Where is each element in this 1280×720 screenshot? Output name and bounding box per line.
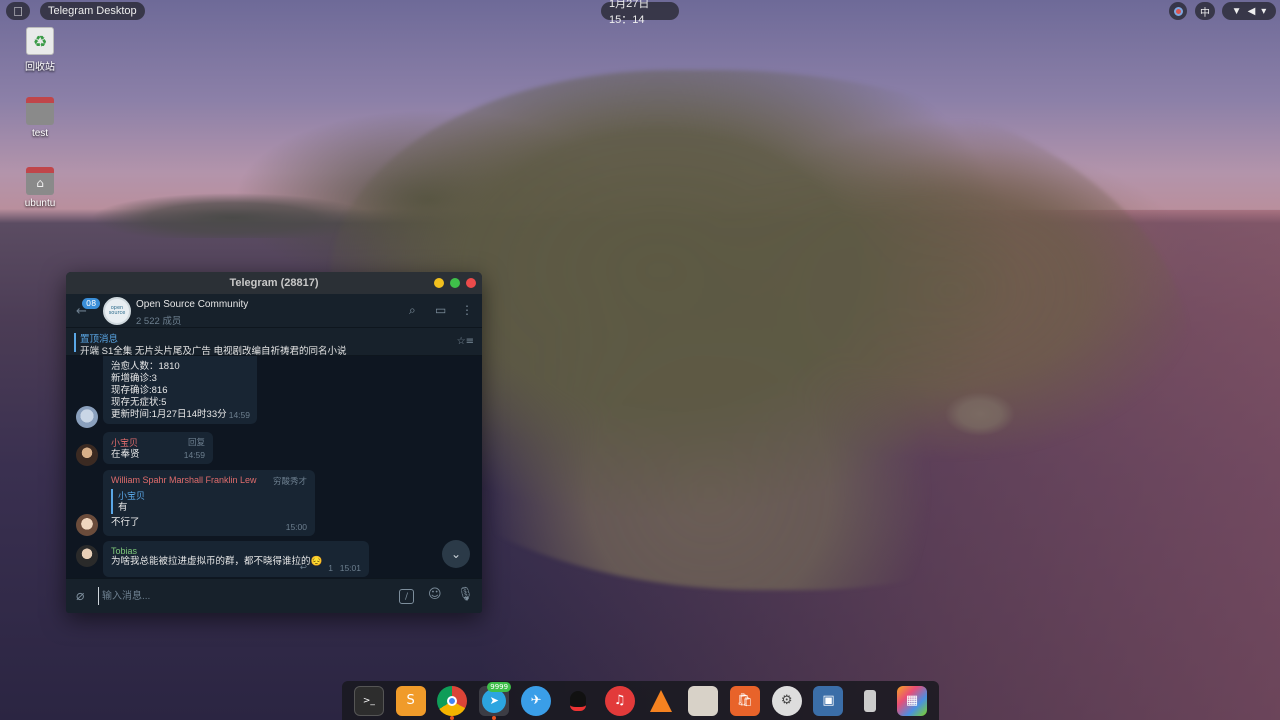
apple-menu-icon[interactable]:  <box>6 2 30 20</box>
avatar[interactable] <box>76 444 98 466</box>
search-icon[interactable]: ⌕ <box>409 303 416 318</box>
bot-command-icon[interactable]: / <box>399 589 414 604</box>
desktop-icon-ubuntu[interactable]: ⌂ ubuntu <box>18 167 62 209</box>
sender-name[interactable]: Tobias <box>111 546 361 556</box>
dock: >_ S ➤ 9999 ✈ ♫ 🛍 ⚙ ▣ ▦ <box>342 681 939 720</box>
wifi-icon: ▼ <box>1231 5 1242 17</box>
avatar[interactable] <box>76 545 98 567</box>
maximize-button[interactable] <box>450 278 460 288</box>
desktop-icon-label: test <box>31 128 49 139</box>
desktop-icon-test[interactable]: test <box>18 97 62 139</box>
message-bubble[interactable]: William Spahr Marshall Franklin Lew 穷酸秀才… <box>103 470 315 536</box>
message-line: 现存确诊:816 <box>111 385 168 396</box>
sublime-text-icon[interactable]: S <box>395 685 426 716</box>
app-store-icon[interactable]: 🛍 <box>729 685 760 716</box>
input-method-indicator[interactable]: 中 <box>1195 2 1215 20</box>
message-text: 为啥我总能被拉进虚拟币的群，都不晓得谁拉的😔 <box>111 556 323 567</box>
message-text: 不行了 <box>111 517 140 528</box>
feishu-icon[interactable]: ✈ <box>521 685 552 716</box>
terminal-icon[interactable]: >_ <box>353 685 384 716</box>
pinned-message-bar[interactable]: 置顶消息 开端 S1全集 无片头片尾及广告 电视剧改编自祈祷君的同名小说 ☆≡ <box>66 328 482 357</box>
message-line: 新增确诊:3 <box>111 373 157 384</box>
chat-header: ← 08 open source Open Source Community 2… <box>66 294 482 328</box>
desktop-icon-trash[interactable]: ♻ 回收站 <box>18 27 62 73</box>
quoted-text: 有 <box>118 502 128 513</box>
avatar[interactable] <box>76 514 98 536</box>
power-icon: ▾ <box>1261 5 1267 17</box>
volume-icon: ◀ <box>1247 5 1256 17</box>
message-bubble[interactable]: 治愈人数：1810 新增确诊:3 现存确诊:816 现存无症状:5 更新时间:1… <box>103 356 257 424</box>
quoted-sender: 小宝贝 <box>118 491 146 501</box>
telegram-icon[interactable]: ➤ 9999 <box>479 681 512 720</box>
message-line: 治愈人数：1810 <box>111 361 180 372</box>
message-composer: ⌀ / ☺ 🎙 <box>66 578 482 613</box>
pinned-text: 开端 S1全集 无片头片尾及广告 电视剧改编自祈祷君的同名小说 <box>80 346 347 357</box>
clock[interactable]: 1月27日 15：14 <box>601 0 679 26</box>
microphone-icon[interactable]: 🎙 <box>457 587 474 602</box>
wallpaper-rock <box>945 392 1015 436</box>
group-avatar[interactable]: open source <box>103 297 131 325</box>
reply-arrow-icon: ↩ <box>299 562 307 572</box>
attach-icon[interactable]: ⌀ <box>76 588 84 604</box>
screenshot-icon[interactable]: ▣ <box>813 685 844 716</box>
telegram-badge: 9999 <box>487 681 512 692</box>
message-bubble[interactable]: 小宝贝 在奉贤 回复 14:59 <box>103 432 213 464</box>
pinned-indicator <box>74 333 76 352</box>
folder-icon <box>26 97 54 125</box>
desktop-icon-label: 回收站 <box>25 62 55 73</box>
message-time: 14:59 <box>183 450 205 460</box>
emoji-icon[interactable]: ☺ <box>428 587 442 602</box>
chevron-down-icon: ⌄ <box>450 547 462 561</box>
message-list[interactable]: 治愈人数：1810 新增确诊:3 现存确诊:816 现存无症状:5 更新时间:1… <box>66 356 482 578</box>
reply-count[interactable]: 1 <box>328 563 333 573</box>
message-time: 15:01 <box>339 563 361 573</box>
app-grid-icon[interactable]: ▦ <box>897 685 928 716</box>
quoted-message[interactable]: 小宝贝 有 <box>111 489 307 514</box>
window-title: Telegram (28817) <box>229 277 319 289</box>
window-titlebar[interactable]: Telegram (28817) <box>66 272 482 294</box>
telegram-window: Telegram (28817) ← 08 open source Open S… <box>66 272 482 613</box>
scroll-down-button[interactable]: ⌄ <box>442 540 470 568</box>
comments-icon[interactable]: ▭ <box>435 303 446 317</box>
files-icon[interactable] <box>688 685 719 716</box>
vlc-icon[interactable] <box>646 686 676 716</box>
system-menu[interactable]: ▼ ◀ ▾ <box>1222 2 1276 20</box>
top-panel:  Telegram Desktop 1月27日 15：14 中 ▼ ◀ ▾ <box>0 0 1280 26</box>
tray-status-icon[interactable] <box>1169 2 1187 20</box>
netease-music-icon[interactable]: ♫ <box>604 685 635 716</box>
desktop-icon-label: ubuntu <box>24 198 56 209</box>
chat-title[interactable]: Open Source Community <box>136 299 248 310</box>
reply-label[interactable]: 回复 <box>188 436 205 448</box>
pinned-list-icon[interactable]: ☆≡ <box>457 336 474 347</box>
message-bubble[interactable]: Tobias 为啥我总能被拉进虚拟币的群，都不晓得谁拉的😔 ↩ 1 15:01 <box>103 541 369 577</box>
usb-icon[interactable] <box>855 686 885 716</box>
qq-icon[interactable] <box>563 686 593 716</box>
chrome-icon[interactable] <box>437 685 468 720</box>
message-time: 15:00 <box>285 522 307 532</box>
settings-icon[interactable]: ⚙ <box>771 685 802 716</box>
close-button[interactable] <box>466 278 476 288</box>
active-app-menu[interactable]: Telegram Desktop <box>40 2 145 20</box>
more-menu-icon[interactable]: ⋮ <box>461 303 473 317</box>
message-input[interactable] <box>98 587 388 605</box>
trash-icon: ♻ <box>26 27 54 55</box>
home-folder-icon: ⌂ <box>26 167 54 195</box>
avatar[interactable] <box>76 406 98 428</box>
message-line: 现存无症状:5 <box>111 397 167 408</box>
minimize-button[interactable] <box>434 278 444 288</box>
member-count: 2 522 成员 <box>136 316 182 327</box>
message-time: 14:59 <box>228 410 250 420</box>
sender-tag: 穷酸秀才 <box>272 476 307 486</box>
unread-count-badge: 08 <box>82 298 101 309</box>
wallpaper-islet <box>92 188 372 238</box>
